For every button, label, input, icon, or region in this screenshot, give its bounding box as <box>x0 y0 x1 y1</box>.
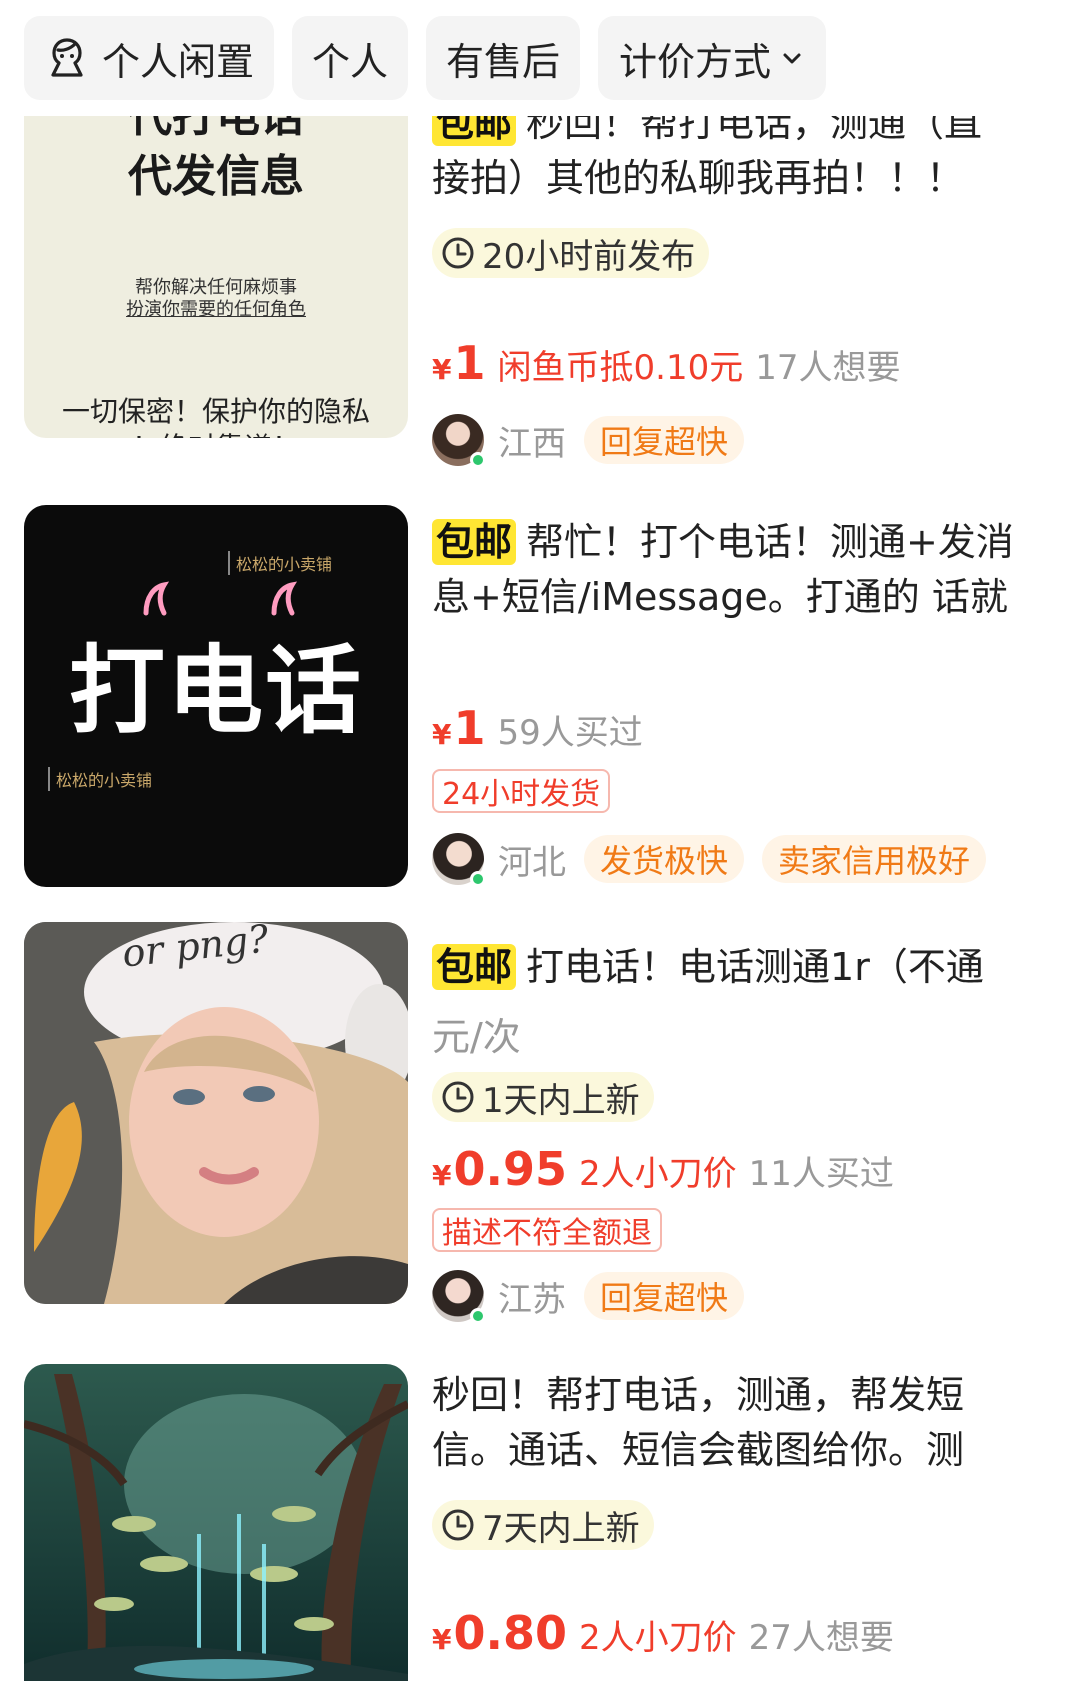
filter-chip-personal-idle[interactable]: 个人闲置 <box>24 16 274 100</box>
price-row: ¥0.95 2人小刀价 11人买过 <box>432 1142 894 1196</box>
time-text: 7天内上新 <box>482 1508 640 1549</box>
time-pill: 7天内上新 <box>432 1500 654 1550</box>
online-indicator <box>470 452 486 468</box>
clock-icon <box>442 1509 474 1541</box>
title-text: 息+短信/iMessage。打通的 话就 <box>432 575 1008 619</box>
title-text: 秒回！帮打电话，测通，帮发短 <box>432 1373 965 1417</box>
time-pill: 1天内上新 <box>432 1072 654 1122</box>
listing-info: 包邮 打电话！电话测通1r（不通 元/次 1天内上新 ¥0.95 2人小刀价 11人买… <box>432 922 1072 1324</box>
price: 1 <box>453 336 486 390</box>
price-row: ¥1 闲鱼币抵0.10元 17人想要 <box>432 336 900 390</box>
filter-chip-after-sales[interactable]: 有售后 <box>426 16 580 100</box>
seller-row[interactable]: 江苏 回复超快 <box>432 1266 762 1326</box>
face-icon <box>51 38 83 77</box>
price-row: ¥1 59人买过 <box>432 701 643 755</box>
filter-chip-personal[interactable]: 个人 <box>292 16 408 100</box>
want-count: 27人想要 <box>748 1618 894 1658</box>
seller-region: 河北 <box>498 842 566 883</box>
filter-label: 计价方式 <box>618 39 771 84</box>
thumb-text: 松松的小卖铺 <box>228 551 332 575</box>
promo-text: 2人小刀价 <box>578 1154 737 1194</box>
filter-bar: 个人闲置 个人 有售后 计价方式 <box>0 0 1079 116</box>
listing-info: 秒回！帮打电话，测通，帮发短 信。通话、短信会截图给你。测 7天内上新 ¥0.8… <box>432 1364 1072 1681</box>
price: 0.80 <box>453 1606 567 1660</box>
listing-thumbnail[interactable]: or png? <box>24 922 408 1304</box>
promo-text: 2人小刀价 <box>578 1618 737 1658</box>
time-text: 1天内上新 <box>482 1080 640 1121</box>
seller-badge: 回复超快 <box>584 1272 745 1320</box>
seller-badge: 回复超快 <box>584 416 745 464</box>
title-text: 元/次 <box>432 1015 521 1059</box>
thumb-text: 松松的小卖铺 <box>48 767 152 791</box>
currency-symbol: ¥ <box>432 1159 452 1192</box>
title-text: 接拍）其他的私聊我再拍！！！ <box>432 156 965 200</box>
online-indicator <box>470 1308 486 1324</box>
seller-badge: 发货极快 <box>584 835 745 883</box>
seller-region: 江西 <box>498 423 566 464</box>
thumb-text: 扮演你需要的任何角色 <box>126 299 306 320</box>
title-text: 信。通话、短信会截图给你。测 <box>432 1428 965 1472</box>
title-text: 打电话！电话测通1r（不通 <box>526 945 984 989</box>
listing-title: 秒回！帮打电话，测通，帮发短 信。通话、短信会截图给你。测 <box>432 1368 964 1478</box>
chevron-down-icon <box>783 53 801 64</box>
service-tag: 24小时发货 <box>432 769 611 813</box>
listing-thumbnail[interactable]: 松松的小卖铺 松松的小卖铺 打电话 <box>24 505 408 887</box>
thumb-text: 打电话 <box>69 635 363 747</box>
filter-label: 个人闲置 <box>101 39 254 84</box>
currency-symbol: ¥ <box>432 353 452 386</box>
listing-info: 包邮 帮忙！打个电话！测通+发消 息+短信/iMessage。打通的 话就 ¥1 5… <box>432 505 1072 887</box>
seller-row[interactable]: 河北 发货极快 卖家信用极好 <box>432 829 1004 889</box>
avatar[interactable] <box>432 1270 486 1324</box>
sold-count: 59人买过 <box>497 713 643 753</box>
thumb-text: 帮你解决任何麻烦事 <box>135 277 297 298</box>
service-tag: 描述不符全额退 <box>432 1208 662 1252</box>
filter-label: 有售后 <box>445 39 560 84</box>
listing-card[interactable]: or png? 包邮 打电话！电话测通1r（不通 元/次 1天内上新 ¥0.95 2… <box>0 922 1079 1324</box>
listing-card[interactable]: 秒回！帮打电话，测通，帮发短 信。通话、短信会截图给你。测 7天内上新 ¥0.8… <box>0 1364 1079 1681</box>
online-indicator <box>470 871 486 887</box>
listing-title: 包邮 帮忙！打个电话！测通+发消 息+短信/iMessage。打通的 话就 <box>432 515 1014 625</box>
time-pill: 20小时前发布 <box>432 228 710 278</box>
listing-card[interactable]: 松松的小卖铺 松松的小卖铺 打电话 包邮 帮忙！打个电话！测通+发消 息+短信/i… <box>0 505 1079 887</box>
price-row: ¥0.80 2人小刀价 27人想要 <box>432 1606 894 1660</box>
filter-label: 个人 <box>311 39 388 84</box>
thumb-text: ！绝对靠谱！ <box>24 426 408 438</box>
free-shipping-tag: 包邮 <box>432 944 517 990</box>
currency-symbol: ¥ <box>432 718 452 751</box>
currency-symbol: ¥ <box>432 1623 452 1656</box>
avatar[interactable] <box>432 833 486 887</box>
price: 0.95 <box>453 1142 567 1196</box>
seller-row[interactable]: 江西 回复超快 <box>432 410 762 470</box>
filter-chip-pricing-method[interactable]: 计价方式 <box>598 16 826 100</box>
portrait-illustration <box>24 922 408 1304</box>
seller-region: 江苏 <box>498 1279 566 1320</box>
clock-icon <box>442 237 474 269</box>
avatar[interactable] <box>432 414 486 468</box>
sold-count: 11人买过 <box>748 1154 894 1194</box>
free-shipping-tag: 包邮 <box>432 519 517 565</box>
time-text: 20小时前发布 <box>482 236 696 277</box>
clock-icon <box>442 1081 474 1113</box>
listing-thumbnail[interactable] <box>24 1364 408 1681</box>
thumb-text: 一切保密！保护你的隐私 <box>61 395 370 428</box>
title-text: 帮忙！打个电话！测通+发消 <box>526 520 1014 564</box>
price: 1 <box>453 701 486 755</box>
seller-badge: 卖家信用极好 <box>762 835 987 883</box>
promo-text: 闲鱼币抵0.10元 <box>497 348 744 388</box>
thumb-text: 代发信息 <box>128 151 304 202</box>
listing-title: 包邮 打电话！电话测通1r（不通 元/次 <box>432 932 984 1072</box>
forest-illustration <box>24 1364 408 1681</box>
want-count: 17人想要 <box>755 348 901 388</box>
